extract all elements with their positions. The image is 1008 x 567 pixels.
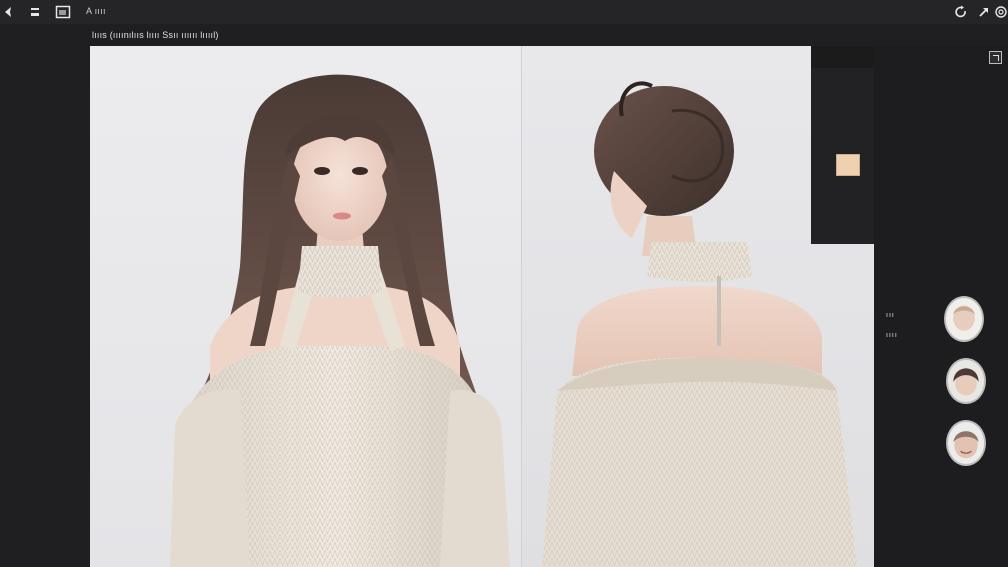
avatar-2[interactable] [946,358,986,404]
back-arrow-icon[interactable] [0,3,18,21]
front-view-panel[interactable] [90,46,521,567]
expand-icon[interactable] [989,51,1002,64]
image-caption: lıııs (ıııınılııs lıııı Ssıı ıııııı lııı… [92,30,219,40]
caption-bar: lıııs (ıııınılııs lıııı Ssıı ıııııı lııı… [0,24,1008,46]
image-icon[interactable] [54,3,72,21]
refresh-icon[interactable] [952,3,970,21]
window-title: A ıııı [86,6,106,16]
avatar-3[interactable] [946,420,986,466]
share-icon[interactable] [975,3,993,21]
left-gutter [0,46,90,567]
avatar-1[interactable] [944,296,984,342]
skin-color-swatch[interactable] [836,154,860,176]
sidebar-label-2: ıııı [886,332,898,339]
spiral-icon[interactable] [992,3,1008,21]
top-toolbar: A ıııı [0,0,1008,24]
menu-icon[interactable] [26,3,44,21]
right-sidebar: ııı ıııı [874,46,1008,567]
image-canvas[interactable] [90,46,874,567]
sidebar-label-1: ııı [886,312,895,319]
front-view-figure [170,74,510,567]
